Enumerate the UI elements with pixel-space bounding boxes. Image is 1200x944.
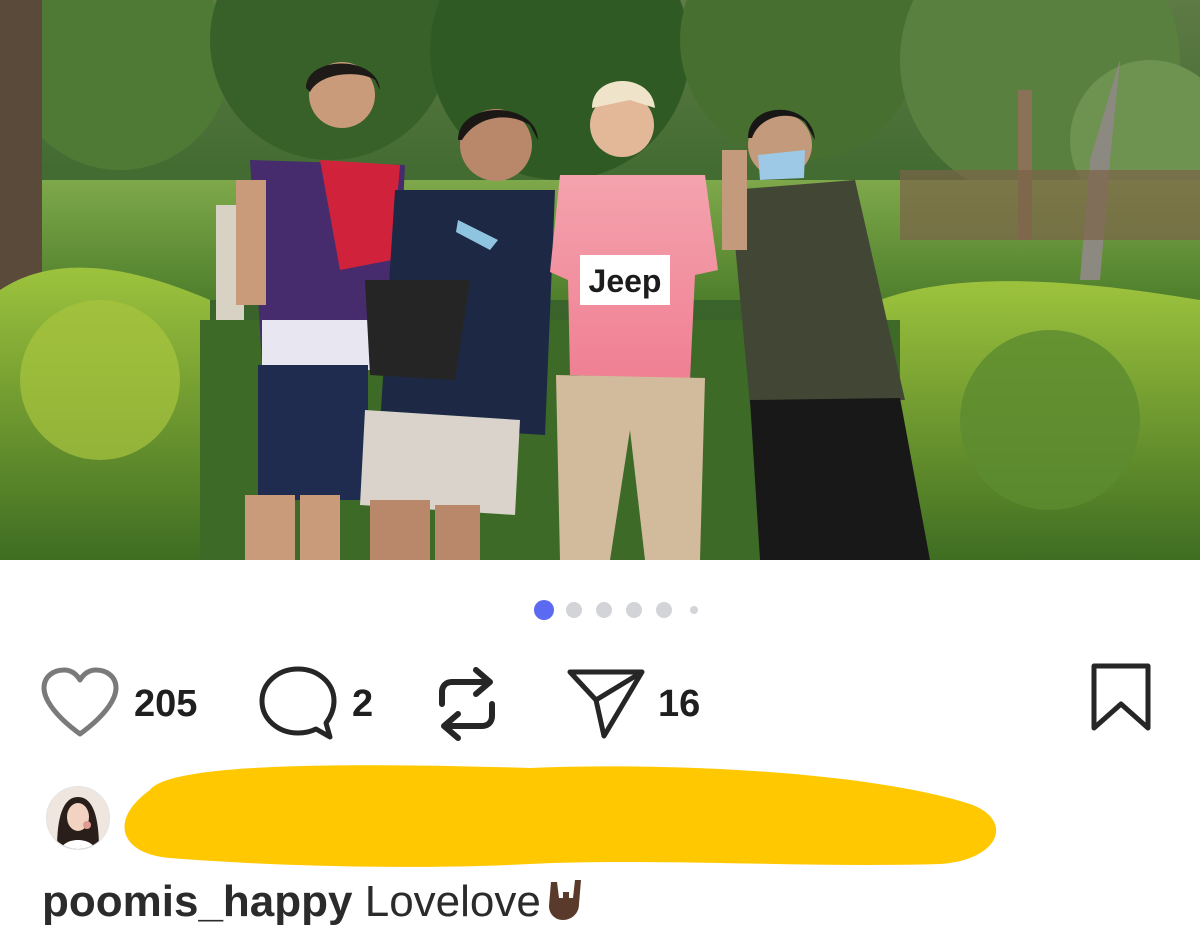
carousel-dot[interactable] [566, 602, 582, 618]
heart-icon[interactable] [40, 666, 120, 745]
like-count[interactable]: 205 [134, 682, 197, 726]
comment-count[interactable]: 2 [352, 682, 373, 726]
caption-username[interactable]: poomis_happy [42, 877, 353, 926]
redacted-username-scribble [110, 760, 1010, 880]
bookmark-icon[interactable] [1088, 662, 1154, 739]
carousel-dot[interactable] [626, 602, 642, 618]
repost-icon[interactable] [434, 664, 500, 749]
carousel-dot[interactable] [656, 602, 672, 618]
sign-of-the-horns-emoji [541, 874, 591, 924]
carousel-dot-active[interactable] [534, 600, 554, 620]
carousel-dot[interactable] [690, 606, 698, 614]
caption-text: Lovelove [364, 877, 541, 926]
jersey-jeep-text: Jeep [589, 263, 662, 299]
share-count[interactable]: 16 [658, 682, 700, 726]
comment-icon[interactable] [258, 665, 338, 748]
send-icon[interactable] [566, 666, 646, 745]
post-caption: poomis_happy Lovelove [42, 872, 591, 932]
carousel-dot[interactable] [596, 602, 612, 618]
carousel-indicator [0, 600, 1200, 620]
avatar[interactable] [46, 786, 110, 850]
post-photo[interactable]: Jeep [0, 0, 1200, 560]
post-photo-illustration: Jeep [0, 0, 1200, 560]
